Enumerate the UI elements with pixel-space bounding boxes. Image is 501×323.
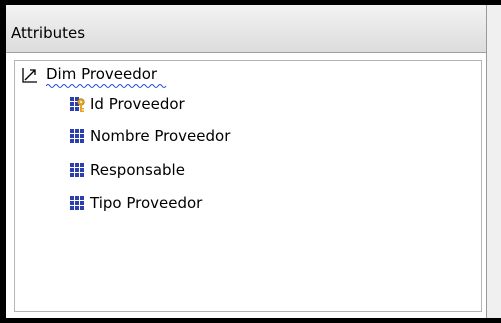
attributes-panel: Attributes [6,5,487,318]
tree-item-label: Id Proveedor [90,95,185,113]
window-frame-bottom [0,318,501,323]
right-strip [487,5,501,318]
tree-root-label: Dim Proveedor [46,65,158,83]
key-attribute-icon [70,97,85,112]
tree-item-label: Nombre Proveedor [90,127,231,145]
panel-title: Attributes [11,24,86,42]
tree-item-label: Tipo Proveedor [90,194,203,212]
attribute-icon [70,129,84,143]
spellcheck-underline [46,83,167,89]
attribute-icon [70,163,84,177]
attribute-icon [70,196,84,210]
panel-header: Attributes [6,5,486,53]
tree-item-label: Responsable [90,161,185,179]
hierarchy-icon [22,68,37,83]
